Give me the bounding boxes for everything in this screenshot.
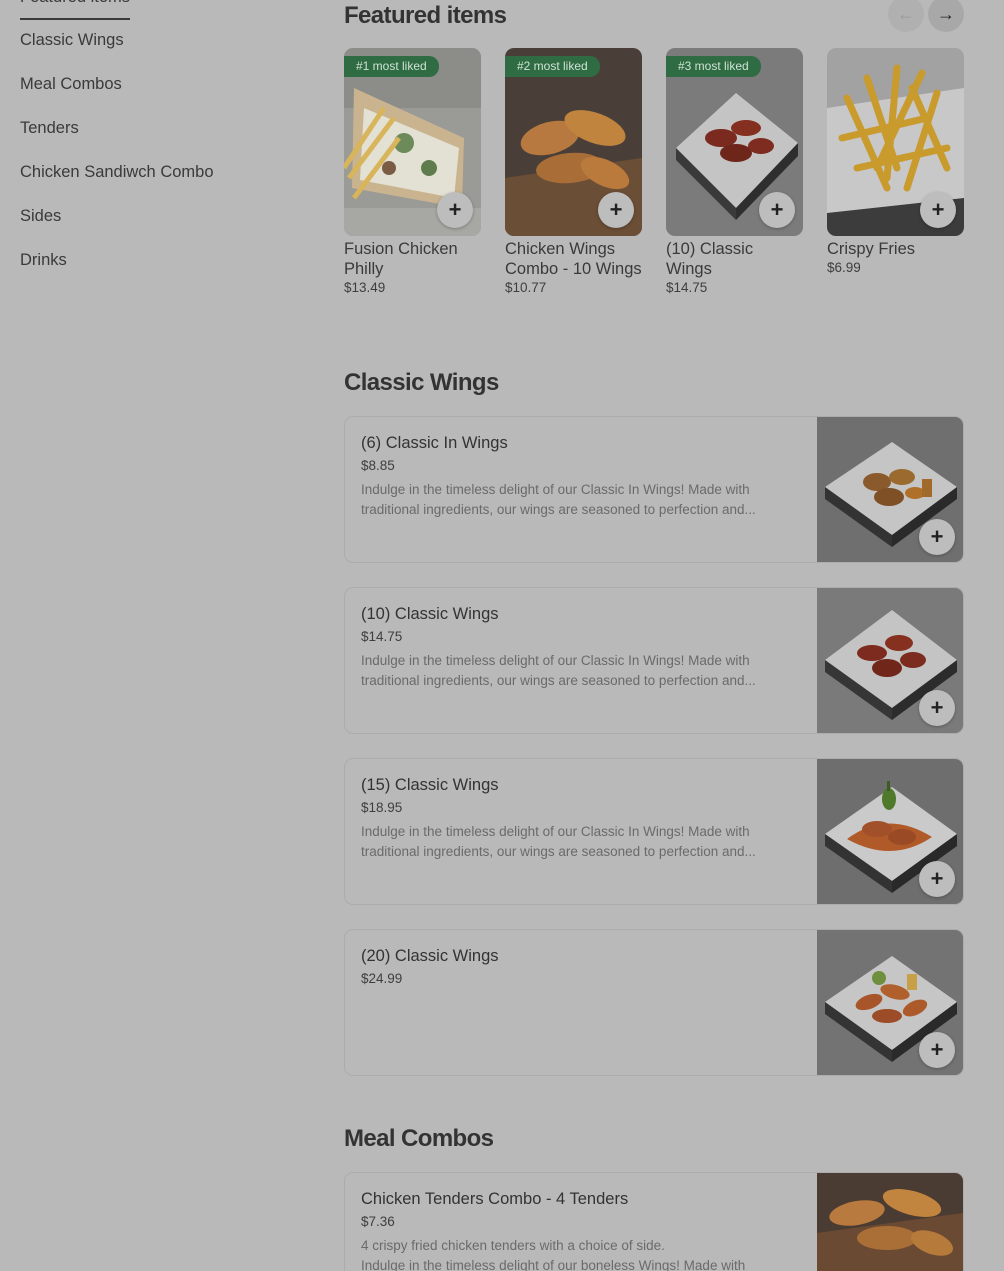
menu-item-image: + (817, 588, 963, 733)
plus-icon: + (609, 197, 623, 222)
add-item-button[interactable]: + (437, 192, 473, 228)
menu-item-price: $8.85 (361, 458, 395, 473)
menu-item-name: Chicken Tenders Combo - 4 Tenders (361, 1190, 629, 1208)
featured-card[interactable]: #1 most liked + Fusion Chicken Philly $1… (344, 48, 481, 295)
sidebar-item-sides[interactable]: Sides (20, 206, 300, 250)
sidebar-item-tenders[interactable]: Tenders (20, 118, 300, 162)
add-item-button[interactable]: + (598, 192, 634, 228)
add-item-button[interactable]: + (919, 690, 955, 726)
add-item-button[interactable]: + (759, 192, 795, 228)
sidebar-list: Classic Wings Meal Combos Tenders Chicke… (20, 30, 300, 294)
menu-item-text: (15) Classic Wings $18.95 Indulge in the… (361, 775, 791, 862)
featured-carousel: #1 most liked + Fusion Chicken Philly $1… (344, 48, 964, 295)
featured-item-price: $6.99 (827, 260, 861, 275)
sidebar-item-drinks[interactable]: Drinks (20, 250, 300, 294)
featured-card[interactable]: #3 most liked + (10) Classic Wings $14.7… (666, 48, 803, 295)
section-title-classic-wings: Classic Wings (344, 369, 499, 396)
plus-icon: + (770, 197, 784, 222)
featured-image: + (827, 48, 964, 236)
featured-image: #1 most liked + (344, 48, 481, 236)
menu-item-text: Chicken Tenders Combo - 4 Tenders $7.36 … (361, 1189, 791, 1271)
plus-icon: + (930, 866, 944, 891)
featured-item-price: $13.49 (344, 280, 386, 295)
section-title-meal-combos: Meal Combos (344, 1125, 494, 1152)
featured-card[interactable]: #2 most liked + Chicken Wings Combo - 10… (505, 48, 642, 295)
menu-item-text: (6) Classic In Wings $8.85 Indulge in th… (361, 433, 791, 520)
menu-item-price: $18.95 (361, 800, 403, 815)
menu-item-text: (20) Classic Wings $24.99 (361, 946, 791, 986)
menu-item-price: $14.75 (361, 629, 403, 644)
arrow-left-icon: ← (897, 3, 915, 24)
category-sidebar: Featured items Classic Wings Meal Combos… (20, 0, 300, 294)
menu-item-image: + (817, 930, 963, 1075)
carousel-next-button[interactable]: → (928, 0, 964, 32)
plus-icon: + (931, 197, 945, 222)
menu-item-image: + (817, 759, 963, 904)
menu-item-card[interactable]: (6) Classic In Wings $8.85 Indulge in th… (344, 416, 964, 563)
menu-item-name: (20) Classic Wings (361, 947, 499, 965)
most-liked-badge: #1 most liked (344, 56, 439, 77)
menu-item-description: Indulge in the timeless delight of our C… (361, 653, 756, 688)
plus-icon: + (930, 1037, 944, 1062)
plus-icon: + (448, 197, 462, 222)
menu-item-card[interactable]: (15) Classic Wings $18.95 Indulge in the… (344, 758, 964, 905)
menu-item-price: $7.36 (361, 1214, 395, 1229)
featured-item-price: $10.77 (505, 280, 547, 295)
menu-item-name: (10) Classic Wings (361, 605, 499, 623)
menu-item-text: (10) Classic Wings $14.75 Indulge in the… (361, 604, 791, 691)
menu-item-description: 4 crispy fried chicken tenders with a ch… (361, 1238, 746, 1271)
featured-card[interactable]: + Crispy Fries $6.99 (827, 48, 964, 295)
add-item-button[interactable]: + (919, 519, 955, 555)
sidebar-item-featured[interactable]: Featured items (20, 0, 131, 20)
featured-item-name: Chicken Wings Combo - 10 Wings (505, 240, 642, 278)
menu-item-card[interactable]: Chicken Tenders Combo - 4 Tenders $7.36 … (344, 1172, 964, 1271)
carousel-prev-button[interactable]: ← (888, 0, 924, 32)
menu-item-image (817, 1173, 963, 1271)
menu-item-description: Indulge in the timeless delight of our C… (361, 824, 756, 859)
arrow-right-icon: → (937, 3, 955, 24)
featured-image: #3 most liked + (666, 48, 803, 236)
plus-icon: + (930, 695, 944, 720)
sidebar-item-meal-combos[interactable]: Meal Combos (20, 74, 300, 118)
add-item-button[interactable]: + (920, 192, 956, 228)
featured-item-price: $14.75 (666, 280, 708, 295)
featured-item-name: Crispy Fries (827, 240, 916, 258)
featured-item-name: (10) Classic Wings (666, 240, 754, 278)
most-liked-badge: #2 most liked (505, 56, 600, 77)
sidebar-item-classic-wings[interactable]: Classic Wings (20, 30, 300, 74)
menu-item-price: $24.99 (361, 971, 403, 986)
add-item-button[interactable]: + (919, 1032, 955, 1068)
featured-item-name: Fusion Chicken Philly (344, 240, 458, 278)
menu-item-description: Indulge in the timeless delight of our C… (361, 482, 756, 517)
menu-item-image: + (817, 417, 963, 562)
plus-icon: + (930, 524, 944, 549)
menu-item-name: (6) Classic In Wings (361, 434, 508, 452)
menu-item-name: (15) Classic Wings (361, 776, 499, 794)
most-liked-badge: #3 most liked (666, 56, 761, 77)
add-item-button[interactable]: + (919, 861, 955, 897)
featured-image: #2 most liked + (505, 48, 642, 236)
sidebar-item-chicken-sandwich-combo[interactable]: Chicken Sandiwch Combo (20, 162, 300, 206)
menu-item-card[interactable]: (20) Classic Wings $24.99 + (344, 929, 964, 1076)
menu-item-card[interactable]: (10) Classic Wings $14.75 Indulge in the… (344, 587, 964, 734)
featured-title: Featured items (344, 2, 507, 29)
